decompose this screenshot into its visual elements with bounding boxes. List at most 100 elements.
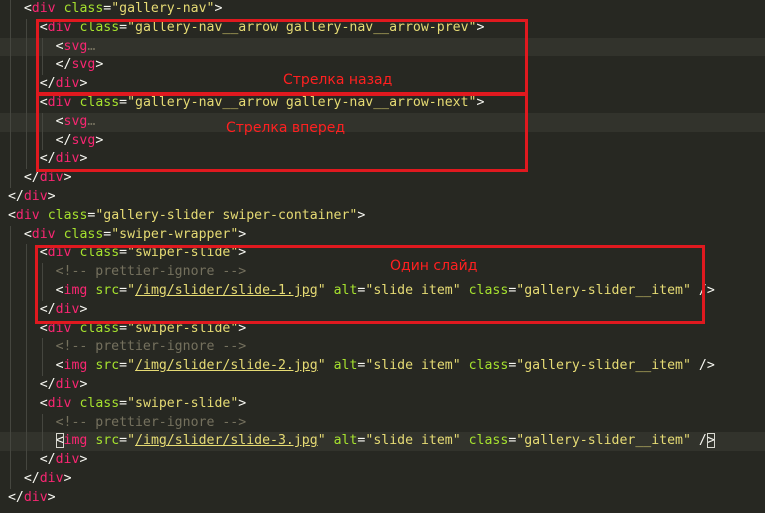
indent-guide bbox=[10, 338, 11, 358]
gutter-pad bbox=[0, 39, 8, 54]
indent-guide bbox=[26, 112, 27, 132]
code-token: </ bbox=[23, 170, 40, 186]
code-token: " bbox=[127, 433, 136, 449]
code-token: div bbox=[23, 489, 48, 505]
code-token: class bbox=[468, 433, 509, 449]
code-token: img bbox=[63, 433, 88, 449]
indent-guide bbox=[10, 112, 11, 132]
gutter-pad bbox=[0, 227, 8, 242]
code-line[interactable]: <img src="/img/slider/slide-3.jpg" alt="… bbox=[0, 432, 765, 452]
code-token: > bbox=[47, 189, 56, 204]
code-line[interactable]: </div> bbox=[0, 489, 765, 508]
indent-guide bbox=[26, 75, 27, 94]
indent-guide bbox=[10, 244, 11, 264]
code-line[interactable]: <div class="gallery-nav"> bbox=[0, 0, 765, 19]
code-token: src bbox=[95, 433, 120, 449]
code-token: class bbox=[63, 226, 104, 242]
indent-guide bbox=[42, 357, 43, 376]
indent-guide bbox=[26, 150, 27, 170]
code-line[interactable]: <div class="gallery-slider swiper-contai… bbox=[0, 207, 765, 226]
indent-guide bbox=[10, 432, 11, 452]
code-token: <!-- prettier-ignore --> bbox=[55, 414, 247, 430]
code-line[interactable]: <img src="/img/slider/slide-2.jpg" alt="… bbox=[0, 357, 765, 376]
indent-guide bbox=[10, 131, 11, 151]
code-token: class bbox=[63, 1, 104, 16]
indent-guide bbox=[10, 0, 11, 19]
indent-guide bbox=[26, 94, 27, 113]
indent-guide bbox=[10, 451, 11, 470]
indent-guide bbox=[10, 37, 11, 57]
indent-guide bbox=[10, 357, 11, 376]
code-token: > bbox=[79, 452, 88, 468]
annotation-label-next-arrow: Стрелка вперед bbox=[226, 120, 346, 136]
indent-guide bbox=[26, 131, 27, 151]
code-token: < bbox=[39, 395, 48, 411]
indent-guide bbox=[10, 94, 11, 113]
code-token: = bbox=[119, 358, 128, 374]
code-token: "gallery-nav" bbox=[111, 1, 215, 16]
gutter-pad bbox=[0, 170, 8, 185]
code-token: "swiper-slide" bbox=[127, 395, 239, 411]
code-line[interactable]: <div class="swiper-wrapper"> bbox=[0, 225, 765, 245]
code-token: /img/slider/slide-3.jpg bbox=[135, 433, 318, 449]
code-line[interactable]: <!-- prettier-ignore --> bbox=[0, 413, 765, 433]
indent-guide bbox=[42, 432, 43, 452]
code-token: img bbox=[63, 358, 88, 374]
indent-guide bbox=[26, 244, 27, 264]
code-line[interactable]: </div> bbox=[0, 376, 765, 395]
gutter-pad bbox=[0, 95, 8, 110]
code-token: <!-- prettier-ignore --> bbox=[55, 339, 247, 355]
indent-guide bbox=[26, 18, 27, 38]
gutter-pad bbox=[0, 1, 8, 16]
indent-guide bbox=[10, 470, 11, 489]
indent-guide bbox=[26, 357, 27, 376]
indent-guide bbox=[42, 413, 43, 433]
annotation-label-single-slide: Один слайд bbox=[390, 258, 478, 274]
indent-guide bbox=[10, 263, 11, 282]
code-token: > bbox=[238, 226, 247, 242]
indent-guide bbox=[10, 169, 11, 188]
gutter-pad bbox=[0, 20, 8, 35]
indent-guide bbox=[10, 75, 11, 94]
code-token: div bbox=[55, 452, 80, 468]
code-token: = bbox=[119, 395, 128, 411]
indent-guide bbox=[26, 451, 27, 470]
gutter-pad bbox=[0, 339, 8, 354]
code-token: </ bbox=[39, 377, 56, 392]
code-token: < bbox=[55, 433, 64, 449]
indent-guide bbox=[26, 319, 27, 339]
code-token: > bbox=[357, 207, 366, 223]
code-token: / bbox=[690, 433, 707, 449]
gutter-pad bbox=[0, 245, 8, 260]
code-token: alt bbox=[333, 433, 358, 449]
indent-guide bbox=[10, 413, 11, 433]
code-line[interactable]: </div> bbox=[0, 188, 765, 207]
code-line[interactable]: <!-- prettier-ignore --> bbox=[0, 338, 765, 358]
code-line[interactable]: </div> bbox=[0, 470, 765, 489]
annotation-box-prev-arrow bbox=[36, 19, 528, 95]
code-line[interactable]: </div> bbox=[0, 451, 765, 470]
code-line[interactable]: </div> bbox=[0, 169, 765, 188]
code-token: > bbox=[63, 471, 72, 486]
gutter-pad bbox=[0, 133, 8, 148]
code-token: "swiper-wrapper" bbox=[111, 226, 239, 242]
code-token: class bbox=[468, 358, 509, 374]
code-token: div bbox=[23, 189, 48, 204]
code-token: > bbox=[47, 489, 56, 505]
code-token: div bbox=[47, 395, 72, 411]
code-token: /img/slider/slide-2.jpg bbox=[135, 358, 318, 374]
indent-guide bbox=[26, 282, 27, 301]
code-token: > bbox=[238, 395, 247, 411]
code-line[interactable]: <div class="swiper-slide"> bbox=[0, 394, 765, 414]
